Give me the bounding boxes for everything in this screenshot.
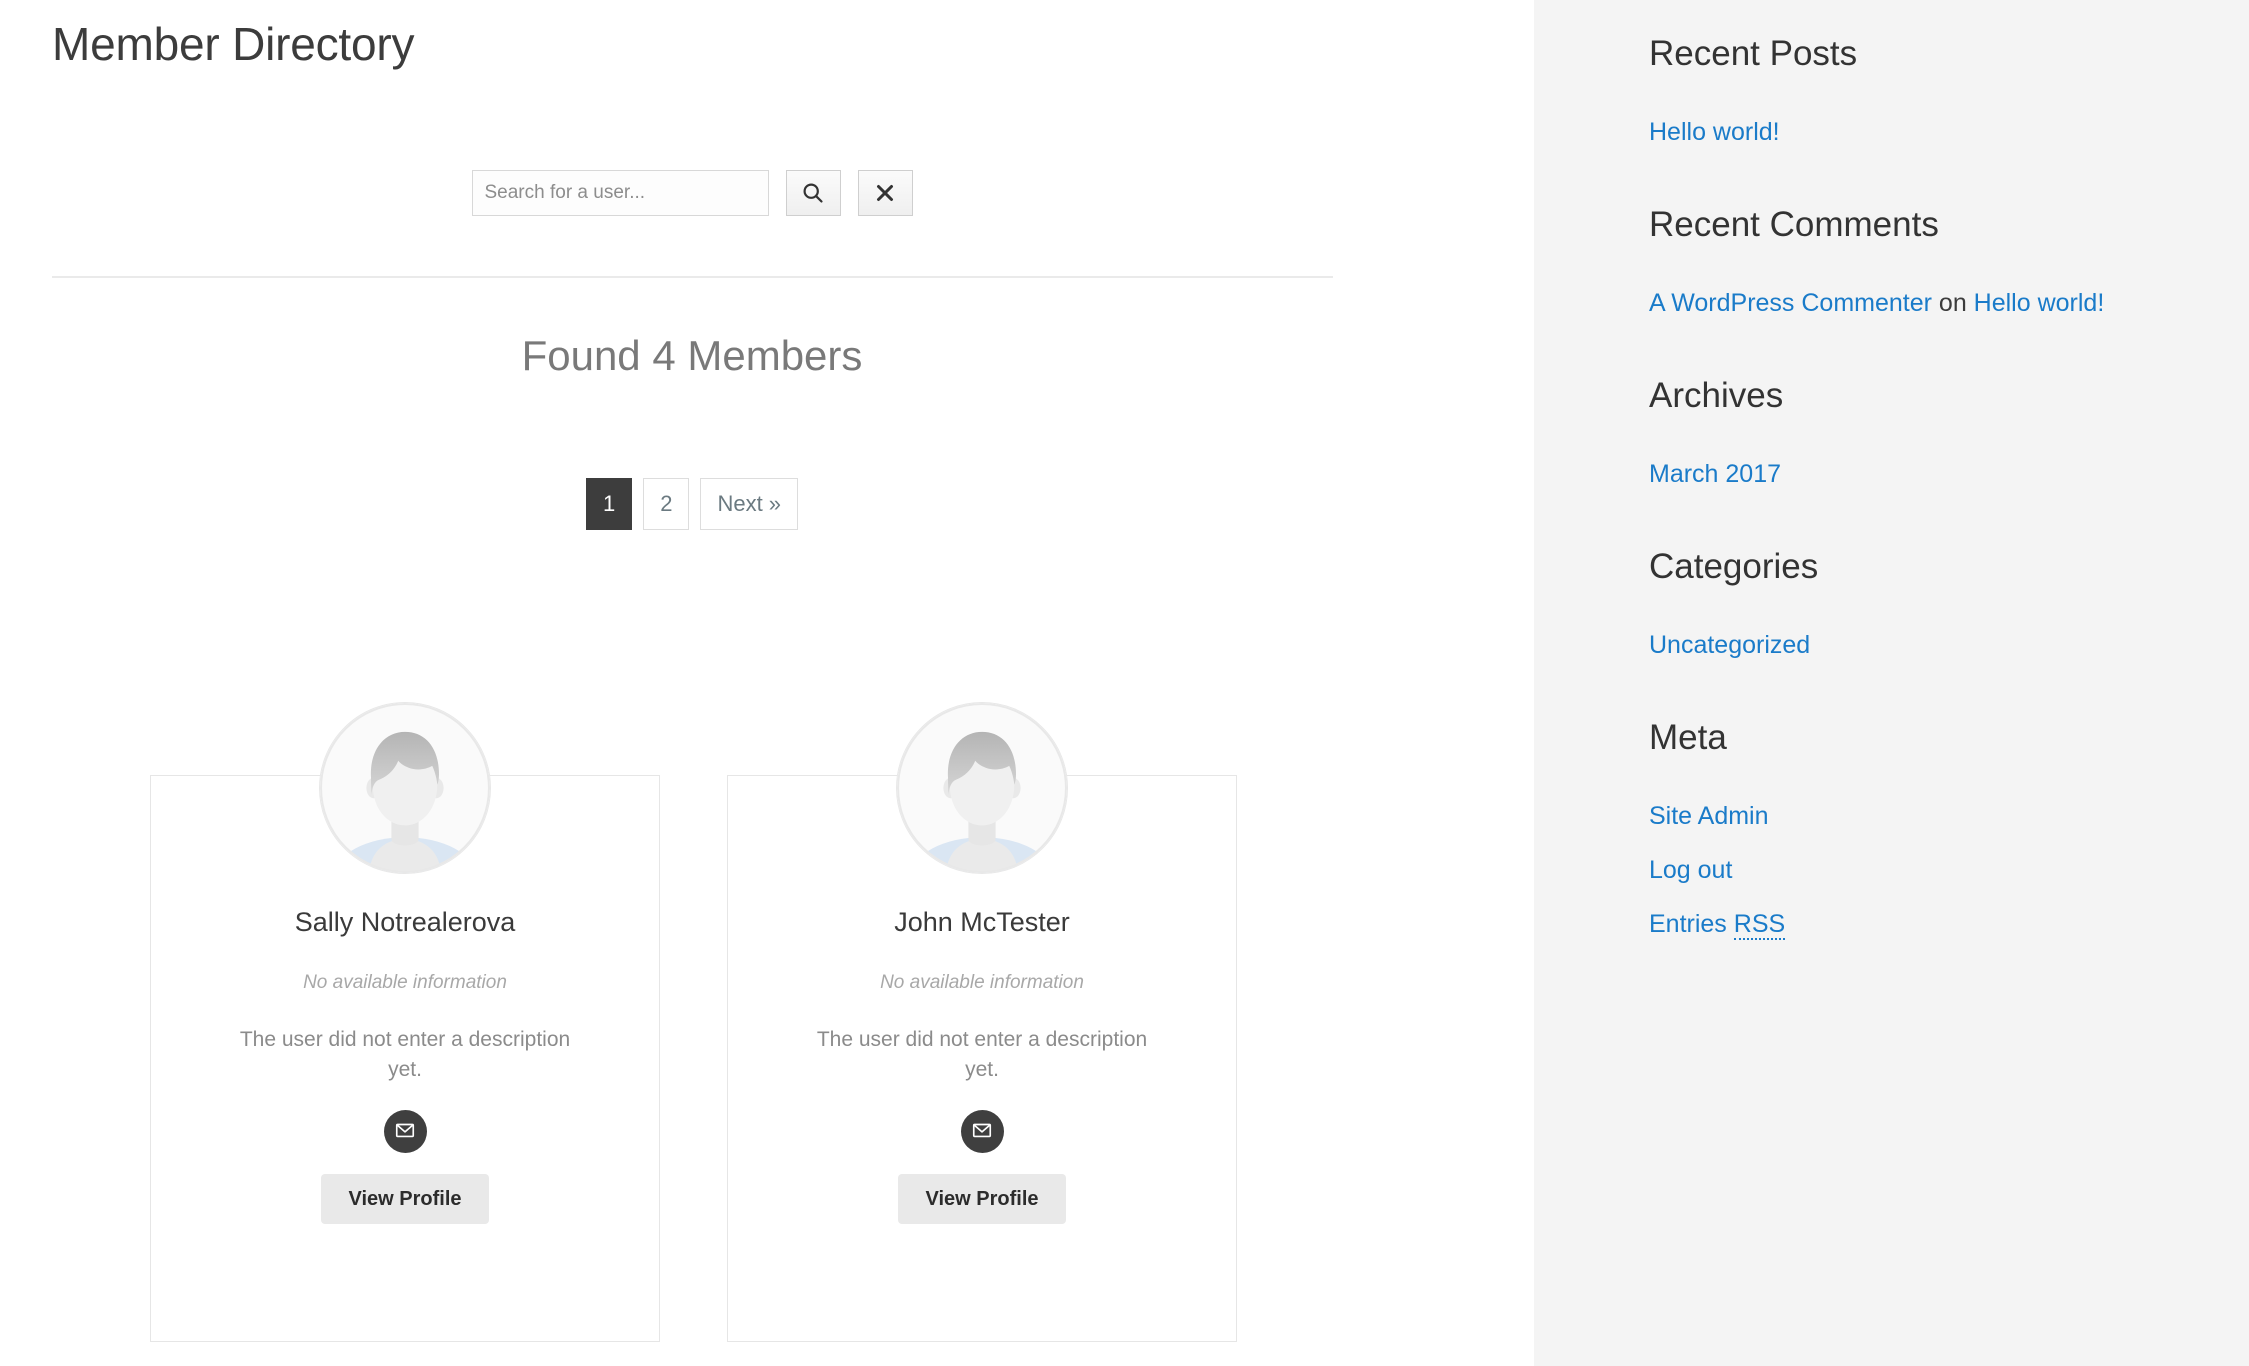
meta-link-entries-rss[interactable]: Entries RSS xyxy=(1649,910,1786,940)
email-member-button[interactable] xyxy=(960,1110,1004,1153)
recent-comments-list: A WordPress Commenter on Hello world! xyxy=(1649,287,2189,320)
archives-list: March 2017 xyxy=(1649,458,2189,491)
close-x-icon xyxy=(875,183,895,203)
meta-link-log-out[interactable]: Log out xyxy=(1649,856,1732,884)
pagination-page-1[interactable]: 1 xyxy=(585,478,633,530)
widget-title-archives: Archives xyxy=(1649,376,1784,415)
member-info: No available information xyxy=(303,972,507,993)
member-directory-page: Member Directory Search for a user... Fo… xyxy=(0,0,2249,1366)
list-item: A WordPress Commenter on Hello world! xyxy=(1649,287,2189,320)
results-count-heading: Found 4 Members xyxy=(521,332,863,379)
view-profile-button[interactable]: View Profile xyxy=(321,1174,489,1224)
list-item: Hello world! xyxy=(1649,116,2189,149)
members-grid: Sally Notrealerova No available informat… xyxy=(150,676,1238,1342)
envelope-icon xyxy=(394,1119,416,1144)
section-divider xyxy=(52,276,1333,278)
widget-archives: Archives March 2017 xyxy=(1649,374,2189,491)
envelope-icon xyxy=(971,1119,993,1144)
pagination-next[interactable]: Next » xyxy=(700,478,799,530)
widget-title-categories: Categories xyxy=(1649,547,1819,586)
widget-recent-comments: Recent Comments A WordPress Commenter on… xyxy=(1649,203,2189,320)
member-description: The user did not enter a description yet… xyxy=(816,1028,1148,1081)
member-name: John McTester xyxy=(894,907,1070,937)
widget-categories: Categories Uncategorized xyxy=(1649,545,2189,662)
comment-author-link[interactable]: A WordPress Commenter xyxy=(1649,289,1932,317)
list-item: Log out xyxy=(1649,854,2189,887)
search-input[interactable] xyxy=(471,170,769,216)
rss-abbr: RSS xyxy=(1733,910,1786,940)
search-button[interactable] xyxy=(785,170,841,216)
widget-meta: Meta Site Admin Log out Entries RSS xyxy=(1649,716,2189,941)
page-title: Member Directory xyxy=(52,18,415,70)
widget-title-meta: Meta xyxy=(1649,718,1727,757)
entries-label: Entries xyxy=(1649,910,1734,938)
member-description: The user did not enter a description yet… xyxy=(239,1028,571,1081)
widget-title-recent-comments: Recent Comments xyxy=(1649,205,1939,244)
member-info: No available information xyxy=(880,972,1084,993)
meta-link-site-admin[interactable]: Site Admin xyxy=(1649,802,1769,830)
default-avatar-placeholder-icon[interactable] xyxy=(319,702,491,874)
list-item: March 2017 xyxy=(1649,458,2189,491)
list-item: Uncategorized xyxy=(1649,629,2189,662)
archive-link[interactable]: March 2017 xyxy=(1649,460,1781,488)
main-content: Member Directory Search for a user... Fo… xyxy=(0,0,1534,1366)
category-link[interactable]: Uncategorized xyxy=(1649,631,1810,659)
list-item: Site Admin xyxy=(1649,800,2189,833)
widget-recent-posts: Recent Posts Hello world! xyxy=(1649,32,2189,149)
email-member-button[interactable] xyxy=(383,1110,427,1153)
member-card: John McTester No available information T… xyxy=(727,676,1237,1342)
pagination: 1 2 Next » xyxy=(0,478,1384,530)
recent-posts-list: Hello world! xyxy=(1649,116,2189,149)
widget-title-recent-posts: Recent Posts xyxy=(1649,34,1858,73)
view-profile-button[interactable]: View Profile xyxy=(898,1174,1066,1224)
meta-list: Site Admin Log out Entries RSS xyxy=(1649,800,2189,941)
list-item: Entries RSS xyxy=(1649,908,2189,941)
sidebar: Recent Posts Hello world! Recent Comment… xyxy=(1534,0,2249,1366)
comment-post-link[interactable]: Hello world! xyxy=(1974,289,2105,317)
member-card-body: John McTester No available information T… xyxy=(727,905,1237,1224)
member-card: Sally Notrealerova No available informat… xyxy=(150,676,660,1342)
search-icon xyxy=(801,181,825,205)
categories-list: Uncategorized xyxy=(1649,629,2189,662)
comment-connector-text: on xyxy=(1931,289,1974,317)
pagination-page-2[interactable]: 2 xyxy=(643,478,690,530)
member-card-body: Sally Notrealerova No available informat… xyxy=(150,905,660,1224)
member-search-form xyxy=(0,170,1384,216)
default-avatar-placeholder-icon[interactable] xyxy=(896,702,1068,874)
recent-post-link[interactable]: Hello world! xyxy=(1649,118,1780,146)
clear-search-button[interactable] xyxy=(857,170,913,216)
member-name: Sally Notrealerova xyxy=(294,907,516,937)
